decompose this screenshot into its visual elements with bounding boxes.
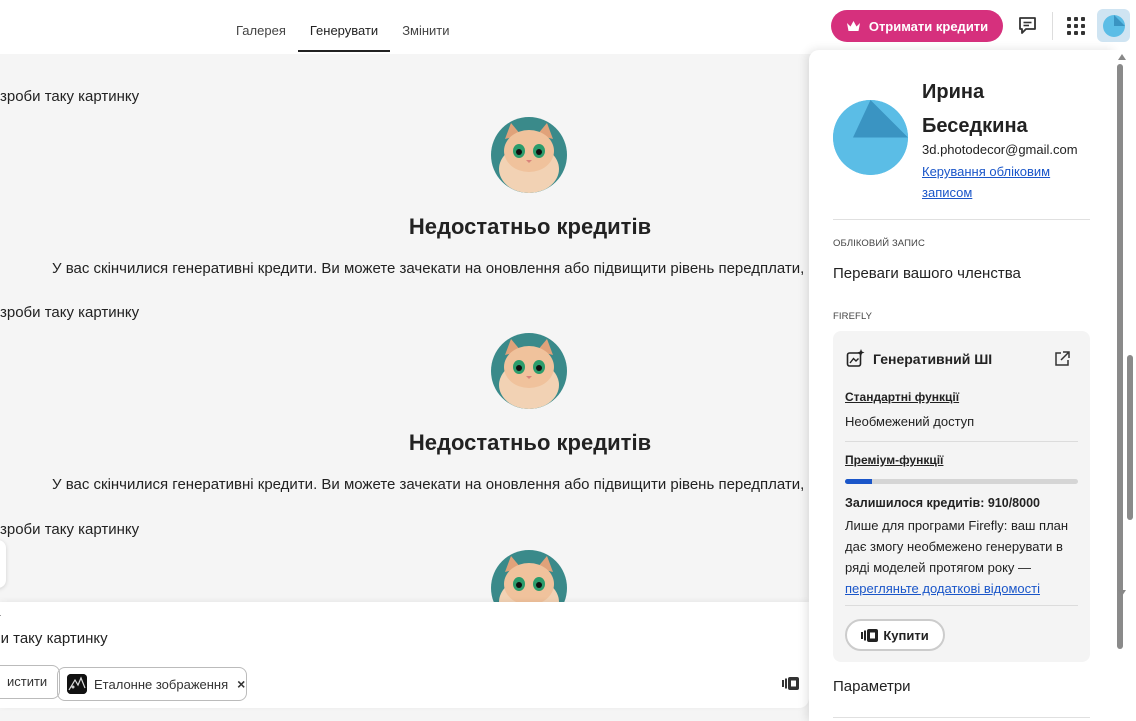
generated-cat-image[interactable]	[491, 333, 567, 409]
panel-scrollbar[interactable]	[1115, 50, 1136, 721]
page-scrollbar-thumb[interactable]	[1127, 355, 1133, 520]
generative-ai-card: Генеративний ШІ Стандартні функції Необм…	[833, 331, 1090, 662]
tab-gallery[interactable]: Галерея	[236, 0, 298, 54]
user-name: Ирина Беседкина	[922, 81, 1028, 137]
membership-benefits-link[interactable]: Переваги вашого членства	[833, 265, 1021, 282]
account-panel: Ирина Беседкина 3d.photodecor@gmail.com …	[809, 50, 1115, 721]
get-credits-label: Отримати кредити	[868, 18, 989, 34]
scroll-up-icon[interactable]	[1118, 54, 1126, 60]
user-avatar	[833, 100, 908, 175]
settings-link[interactable]: Параметри	[833, 678, 911, 695]
credits-icon	[861, 628, 879, 642]
tab-generate[interactable]: Генерувати	[297, 0, 391, 54]
user-prompt: зроби таку картинку	[0, 88, 140, 105]
top-bar: Галерея Генерувати Змінити Отримати кред…	[0, 0, 1136, 54]
external-link-icon[interactable]	[1053, 350, 1071, 368]
clear-button[interactable]: истити	[0, 665, 61, 699]
scroll-down-icon[interactable]	[1118, 590, 1126, 596]
user-avatar-button[interactable]	[1097, 9, 1130, 42]
user-prompt: зроби таку картинку	[0, 304, 140, 321]
crown-icon	[846, 21, 860, 31]
no-credits-text: У вас скінчилися генеративні кредити. Ви…	[52, 260, 809, 277]
credits-progress-fill	[845, 479, 872, 484]
buy-button-label: Купити	[883, 627, 929, 643]
standard-features-value: Необмежений доступ	[845, 414, 975, 429]
plan-note: Лише для програми Firefly: ваш план дає …	[845, 515, 1078, 599]
app-grid-icon[interactable]	[1067, 17, 1085, 35]
main-nav: Галерея Генерувати Змінити	[236, 0, 462, 54]
premium-features-link[interactable]: Преміум-функції	[845, 453, 943, 467]
plan-note-text: Лише для програми Firefly: ваш план дає …	[845, 518, 1069, 575]
side-handle[interactable]	[0, 540, 6, 588]
manage-account-link[interactable]: Керування обліковим записом	[922, 161, 1072, 203]
tab-edit[interactable]: Змінити	[390, 0, 461, 54]
prompt-input[interactable]: би таку картинку	[0, 630, 108, 647]
firefly-section-label: FIREFLY	[833, 311, 873, 322]
credits-icon	[782, 677, 799, 690]
header-divider	[1052, 12, 1053, 40]
reference-image-chip[interactable]: Еталонне зображення ×	[57, 667, 247, 701]
chat-bubble-icon[interactable]	[1017, 15, 1038, 36]
standard-features-link[interactable]: Стандартні функції	[845, 390, 959, 404]
user-email: 3d.photodecor@gmail.com	[922, 142, 1078, 157]
scrollbar-thumb[interactable]	[1117, 64, 1123, 649]
no-credits-title: Недостатньо кредитів	[408, 214, 652, 239]
divider	[833, 717, 1090, 718]
divider	[845, 441, 1078, 442]
no-credits-title: Недостатньо кредитів	[408, 430, 652, 455]
reference-chip-label: Еталонне зображення	[94, 676, 229, 692]
close-icon[interactable]: ×	[237, 676, 245, 692]
buy-button[interactable]: Купити	[845, 619, 945, 651]
user-prompt: зроби таку картинку	[0, 521, 140, 538]
generated-cat-image[interactable]	[491, 117, 567, 193]
remaining-credits: Залишилося кредитів: 910/8000	[845, 496, 1040, 510]
more-details-link[interactable]: перегляньте додаткові відомості	[845, 581, 1040, 596]
avatar-icon	[1102, 14, 1125, 37]
divider	[845, 605, 1078, 606]
credits-progress-bar	[845, 479, 1078, 484]
prompt-label: т	[0, 612, 1, 624]
no-credits-text: У вас скінчилися генеративні кредити. Ви…	[52, 476, 809, 493]
generative-ai-title: Генеративний ШІ	[873, 351, 993, 367]
get-credits-button[interactable]: Отримати кредити	[831, 10, 1003, 42]
reference-thumbnail	[67, 674, 87, 694]
account-section-label: ОБЛІКОВИЙ ЗАПИС	[833, 238, 925, 249]
divider	[833, 219, 1090, 220]
sparkle-image-icon	[846, 349, 865, 367]
prompt-box: т би таку картинку истити Еталонне зобра…	[0, 602, 809, 708]
